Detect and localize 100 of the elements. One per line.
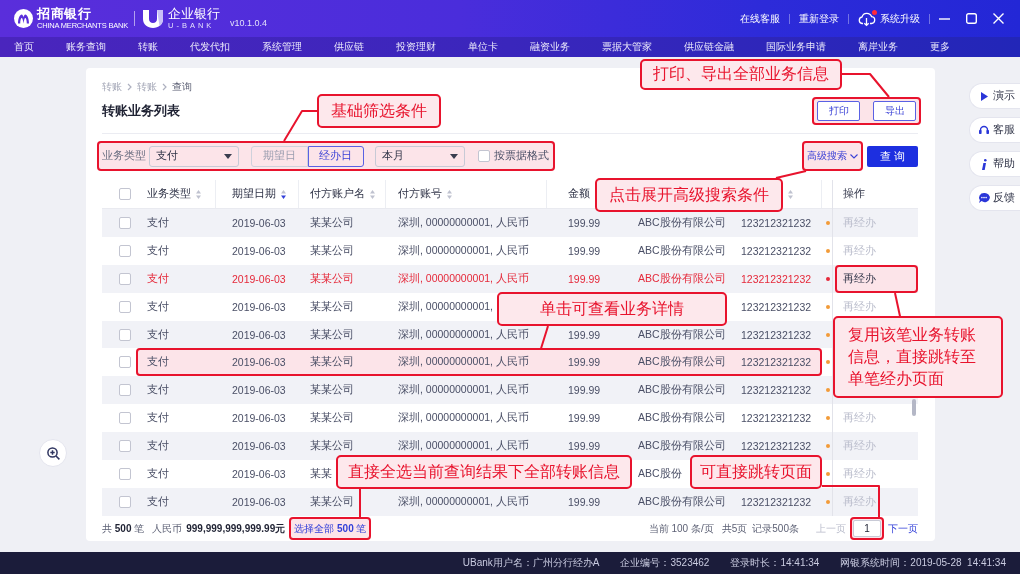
nav-item[interactable]: 融资业务 [530, 40, 570, 54]
account-name: 某某 [310, 466, 332, 481]
column-header[interactable]: 付方账户名 [310, 187, 375, 201]
page-title: 转账业务列表 [102, 102, 180, 120]
toolbar-button[interactable]: 导出 [873, 101, 916, 121]
nav-item[interactable]: 国际业务申请 [766, 40, 826, 54]
amount-value: 199.99 [568, 272, 601, 285]
date-mode-tab[interactable]: 经办日 [307, 145, 364, 167]
page-input[interactable]: 1 [853, 520, 881, 537]
nav-item[interactable]: 供应链金融 [684, 40, 734, 54]
zoom-in-button[interactable] [39, 439, 67, 467]
account-name: 某某公司 [310, 271, 354, 286]
business-type: 支付 [147, 299, 169, 314]
table-row[interactable]: 支付 2019-06-03 某某公司 深圳, 00000000001, 人民币 199.99 ABC股份有限公司 123212321232 [102, 209, 832, 237]
side-button[interactable]: 帮助 [969, 151, 1020, 177]
period-select[interactable]: 本月 [375, 145, 465, 167]
annotation-tooltip: 单击可查看业务详情 [497, 292, 727, 326]
status-text: 登录时长：14:41:34 [730, 556, 820, 570]
header-link[interactable]: 重新登录 [799, 11, 839, 26]
page-size-info: 当前 100 条/页 [648, 521, 714, 536]
column-header: 操作 [843, 187, 865, 201]
sort-icon[interactable] [281, 189, 286, 199]
toolbar-button[interactable]: 打印 [817, 101, 860, 121]
account-name: 某某公司 [310, 215, 354, 230]
row-checkbox[interactable] [119, 412, 131, 425]
business-type: 支付 [147, 466, 169, 481]
checkbox-label[interactable]: 按票据格式 [494, 149, 549, 163]
reprocess-link[interactable]: 再经办 [843, 271, 876, 286]
select-all-link[interactable]: 选择全部 500 笔 [294, 521, 367, 536]
account-name: 某某公司 [310, 355, 354, 370]
nav-item[interactable]: 单位卡 [468, 40, 498, 54]
date-value: 2019-06-03 [232, 440, 286, 453]
account-number: 123212321232 [741, 440, 812, 453]
chevron-right-icon [162, 83, 167, 91]
nav-item[interactable]: 离岸业务 [858, 40, 898, 54]
side-button[interactable]: 客服 [969, 117, 1020, 143]
company-name: ABC股份 [638, 466, 682, 481]
nav-item[interactable]: 更多 [930, 40, 950, 54]
type-select[interactable]: 支付 [149, 145, 239, 167]
column-header[interactable]: 期望日期 [232, 187, 286, 201]
maximize-icon[interactable] [966, 13, 977, 24]
nav-item[interactable]: 首页 [14, 40, 34, 54]
business-type: 支付 [147, 215, 169, 230]
scrollbar[interactable] [912, 399, 916, 416]
account-number: 123212321232 [741, 300, 812, 313]
row-checkbox[interactable] [119, 384, 131, 397]
row-checkbox[interactable] [119, 467, 131, 480]
row-checkbox[interactable] [119, 356, 131, 369]
select-all-checkbox[interactable] [119, 188, 131, 200]
nav-item[interactable]: 投资理财 [396, 40, 436, 54]
caret-down-icon [450, 153, 458, 159]
nav-item[interactable]: 代发代扣 [190, 40, 230, 54]
minimize-icon[interactable] [939, 17, 950, 20]
row-checkbox[interactable] [119, 244, 131, 257]
amount-value: 199.99 [568, 244, 601, 257]
company-name: ABC股份有限公司 [638, 411, 726, 426]
row-checkbox[interactable] [119, 328, 131, 341]
business-type: 支付 [147, 327, 169, 342]
table-row[interactable]: 支付 2019-06-03 某某公司 深圳, 00000000001, 人民币 199.99 ABC股份有限公司 123212321232 [102, 487, 832, 516]
side-button[interactable]: 反馈 [969, 185, 1020, 211]
chat-icon [979, 193, 989, 203]
date-value: 2019-06-03 [232, 272, 286, 285]
leader-line [821, 485, 880, 518]
upgrade-button[interactable]: 系统升级 [858, 11, 920, 26]
company-name: ABC股份有限公司 [638, 271, 726, 286]
amount-value: 199.99 [568, 216, 601, 229]
header-link[interactable]: 在线客服 [740, 11, 780, 26]
row-checkbox[interactable] [119, 272, 131, 285]
close-icon[interactable] [993, 13, 1004, 24]
row-checkbox[interactable] [119, 300, 131, 313]
account-number: 123212321232 [741, 272, 812, 285]
nav-item[interactable]: 票据大管家 [602, 40, 652, 54]
column-header[interactable]: 付方账号 [398, 187, 452, 201]
table-row[interactable]: 支付 2019-06-03 某某公司 深圳, 00000000001, 人民币 199.99 ABC股份有限公司 123212321232 [102, 376, 832, 405]
date-value: 2019-06-03 [232, 384, 286, 397]
table-row[interactable]: 支付 2019-06-03 某某公司 深圳, 00000000001, 人民币 199.99 ABC股份有限公司 123212321232 [102, 264, 832, 293]
nav-item[interactable]: 系统管理 [262, 40, 302, 54]
account-details: 深圳, 00000000001, 人民币 [398, 439, 529, 454]
column-header[interactable]: 业务类型 [147, 187, 201, 201]
advanced-search-link[interactable]: 高级搜索 [807, 149, 858, 163]
table-row[interactable]: 支付 2019-06-03 某某公司 深圳, 00000000001, 人民币 199.99 ABC股份有限公司 123212321232 [102, 432, 832, 460]
amount-value: 199.99 [568, 412, 601, 425]
nav-item[interactable]: 转账 [138, 40, 158, 54]
query-button[interactable]: 查 询 [867, 145, 918, 167]
nav-item[interactable]: 账务查询 [66, 40, 106, 54]
version-label: v10.1.0.4 [230, 17, 268, 28]
cloud-download-icon [858, 11, 875, 26]
row-checkbox[interactable] [119, 495, 131, 508]
format-checkbox[interactable] [478, 150, 490, 162]
nav-item[interactable]: 供应链 [334, 40, 364, 54]
status-text: 企业编号：3523462 [620, 556, 710, 570]
leader-line [359, 488, 361, 518]
side-button[interactable]: 演示 [969, 83, 1020, 109]
annotation-tooltip: 点击展开高级搜索条件 [595, 178, 783, 212]
row-checkbox[interactable] [119, 216, 131, 229]
leader-line [894, 291, 901, 317]
zoom-in-icon [46, 446, 60, 460]
next-page-link[interactable]: 下一页 [888, 521, 918, 536]
row-checkbox[interactable] [119, 440, 131, 453]
account-details: 深圳, 00000000001, 人民币 [398, 271, 529, 286]
